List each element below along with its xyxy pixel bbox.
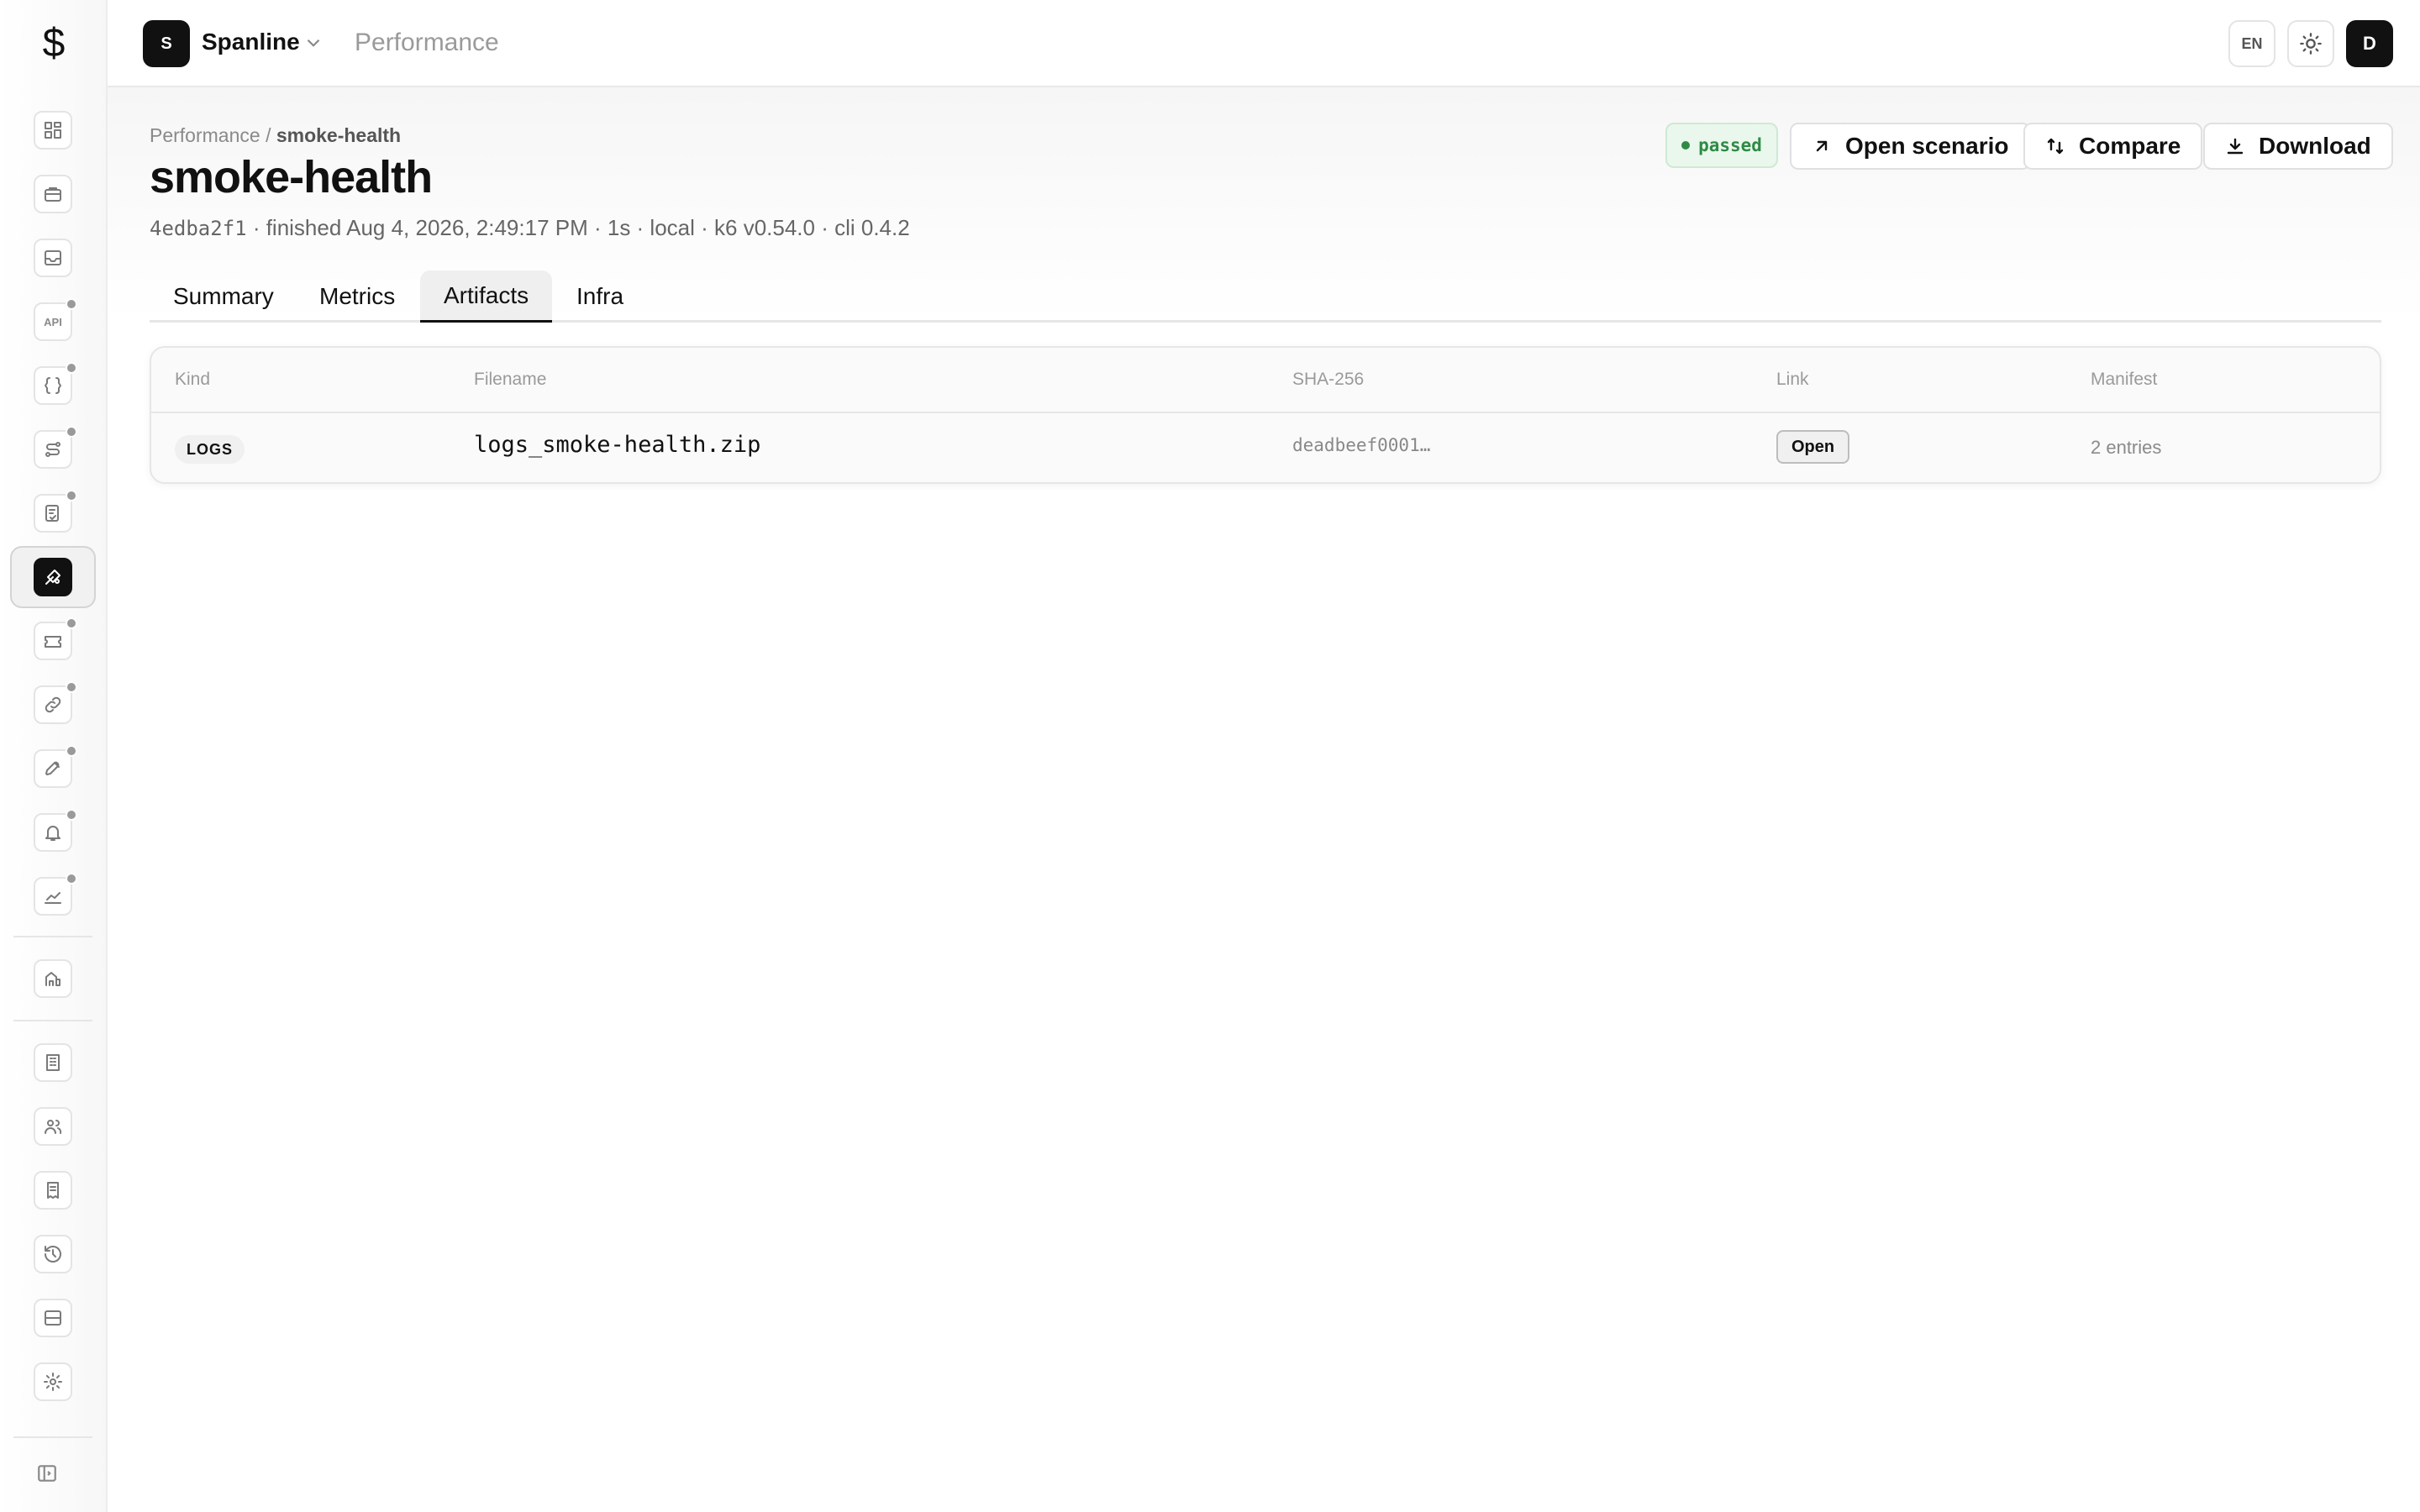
status-label: passed bbox=[1698, 135, 1762, 155]
org-name[interactable]: Spanline bbox=[202, 29, 300, 55]
table-divider bbox=[151, 412, 2380, 413]
run-details: · finished Aug 4, 2026, 2:49:17 PM · 1s … bbox=[246, 215, 910, 240]
breadcrumb-current: smoke-health bbox=[276, 124, 402, 146]
artifact-manifest[interactable]: 2 entries bbox=[2091, 437, 2161, 459]
arrow-up-right-icon bbox=[1816, 140, 1828, 152]
download-icon bbox=[2227, 138, 2244, 155]
tab-summary[interactable]: Summary bbox=[150, 270, 297, 323]
artifact-sha: deadbeef0001… bbox=[1292, 435, 1431, 455]
org-avatar[interactable]: S bbox=[143, 20, 190, 67]
dashboard-icon[interactable] bbox=[34, 111, 72, 150]
rocket-icon[interactable] bbox=[34, 745, 77, 788]
open-scenario-button[interactable]: Open scenario bbox=[1790, 123, 2031, 170]
topbar: S Spanline Performance EN D bbox=[108, 0, 2420, 87]
history-icon[interactable] bbox=[34, 1235, 72, 1273]
bell-icon[interactable] bbox=[34, 809, 77, 852]
performance-icon[interactable] bbox=[34, 558, 72, 596]
office-icon[interactable] bbox=[34, 1043, 72, 1082]
column-header-filename: Filename bbox=[474, 370, 547, 389]
chevron-down-icon[interactable] bbox=[302, 32, 324, 54]
sidebar-divider bbox=[13, 936, 92, 937]
theme-toggle-button[interactable] bbox=[2287, 20, 2334, 67]
open-artifact-button[interactable]: Open bbox=[1776, 430, 1850, 464]
kind-badge: LOGS bbox=[175, 435, 245, 464]
users-icon[interactable] bbox=[34, 1107, 72, 1146]
link-icon[interactable] bbox=[34, 681, 77, 724]
column-header-link: Link bbox=[1776, 370, 1809, 389]
download-button[interactable]: Download bbox=[2203, 123, 2393, 170]
route-icon[interactable] bbox=[34, 426, 77, 469]
sidebar-divider bbox=[13, 1436, 92, 1438]
status-dot-icon bbox=[1681, 141, 1691, 150]
receipt-icon[interactable] bbox=[34, 1171, 72, 1210]
artifacts-table: Kind Filename SHA-256 Link Manifest LOGS… bbox=[150, 346, 2381, 484]
run-meta: 4edba2f1 · finished Aug 4, 2026, 2:49:17… bbox=[150, 215, 910, 241]
sun-icon bbox=[2300, 33, 2322, 55]
tab-artifacts[interactable]: Artifacts bbox=[420, 270, 553, 323]
status-badge: passed bbox=[1665, 123, 1778, 168]
run-tabs: Summary Metrics Artifacts Infra bbox=[150, 270, 2381, 323]
inbox-icon[interactable] bbox=[34, 239, 72, 277]
chart-icon[interactable] bbox=[34, 873, 77, 916]
column-header-kind: Kind bbox=[175, 370, 211, 389]
briefcase-icon[interactable] bbox=[34, 175, 72, 213]
building-icon[interactable] bbox=[34, 959, 72, 998]
user-avatar[interactable]: D bbox=[2346, 20, 2393, 67]
gear-icon[interactable] bbox=[34, 1362, 72, 1401]
run-id: 4edba2f1 bbox=[150, 217, 247, 240]
tab-metrics[interactable]: Metrics bbox=[296, 270, 418, 323]
braces-icon[interactable] bbox=[34, 362, 77, 405]
top-page-title: Performance bbox=[355, 29, 499, 56]
column-header-sha: SHA-256 bbox=[1292, 370, 1365, 389]
sidebar: $ API bbox=[0, 0, 108, 1512]
breadcrumb: Performance / smoke-health bbox=[150, 124, 401, 147]
logo-icon[interactable]: $ bbox=[0, 0, 108, 86]
checklist-icon[interactable] bbox=[34, 490, 77, 533]
language-button[interactable]: EN bbox=[2228, 20, 2275, 67]
breadcrumb-parent[interactable]: Performance bbox=[150, 124, 260, 146]
compare-icon bbox=[2047, 138, 2064, 155]
api-icon[interactable]: API bbox=[34, 298, 77, 341]
sidebar-collapse-icon[interactable] bbox=[30, 1458, 64, 1488]
column-header-manifest: Manifest bbox=[2091, 370, 2158, 389]
breadcrumb-separator: / bbox=[266, 124, 271, 146]
server-icon[interactable] bbox=[34, 1299, 72, 1337]
compare-button[interactable]: Compare bbox=[2023, 123, 2203, 170]
artifact-filename: logs_smoke-health.zip bbox=[474, 432, 761, 458]
tab-infra[interactable]: Infra bbox=[553, 270, 647, 323]
sidebar-divider bbox=[13, 1020, 92, 1021]
ticket-icon[interactable] bbox=[34, 617, 77, 660]
page-title: smoke-health bbox=[150, 152, 433, 202]
